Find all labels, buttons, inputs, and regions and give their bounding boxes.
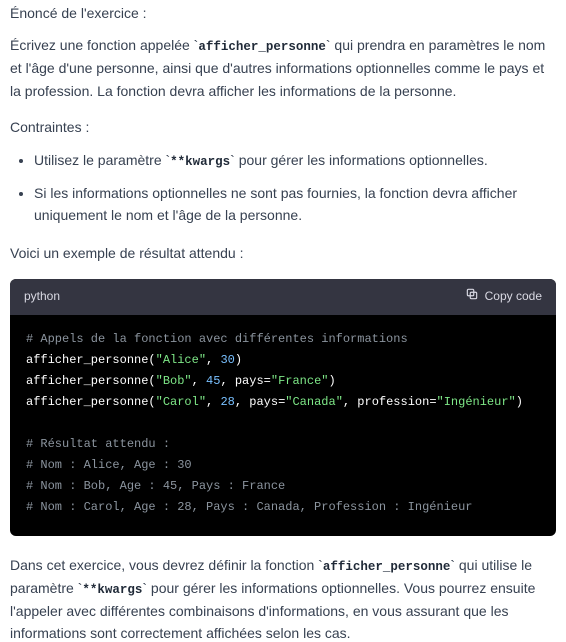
str: "Canada": [285, 395, 343, 409]
code-comment: # Nom : Carol, Age : 28, Pays : Canada, …: [26, 500, 472, 514]
copy-code-button[interactable]: Copy code: [465, 287, 542, 307]
code-block-header: python Copy code: [10, 279, 556, 315]
text: Utilisez le paramètre `: [34, 152, 170, 168]
str: "Ingénieur": [437, 395, 516, 409]
text: Écrivez une fonction appelée `: [10, 37, 198, 53]
kwarg: profession: [357, 395, 429, 409]
text: ` pour gérer les informations optionnell…: [230, 152, 488, 168]
text: Dans cet exercice, vous devrez définir l…: [10, 557, 323, 573]
str: "Bob": [156, 374, 192, 388]
kwarg: pays: [249, 395, 278, 409]
kwarg: pays: [235, 374, 264, 388]
exercise-outro: Dans cet exercice, vous devrez définir l…: [10, 554, 556, 642]
str: "Alice": [156, 353, 206, 367]
clipboard-icon: [465, 287, 479, 307]
code-comment: # Nom : Bob, Age : 45, Pays : France: [26, 479, 285, 493]
num: 30: [220, 353, 234, 367]
list-item: Utilisez le paramètre `**kwargs` pour gé…: [34, 149, 556, 172]
example-intro: Voici un exemple de résultat attendu :: [10, 242, 556, 264]
code-comment: # Appels de la fonction avec différentes…: [26, 332, 408, 346]
str: "France": [271, 374, 329, 388]
code-comment: # Résultat attendu :: [26, 437, 170, 451]
code-language-label: python: [24, 287, 60, 306]
list-item: Si les informations optionnelles ne sont…: [34, 182, 556, 227]
constraints-heading: Contraintes :: [10, 116, 556, 138]
fn-name: afficher_personne: [26, 353, 148, 367]
num: 45: [206, 374, 220, 388]
inline-code-function: afficher_personne: [198, 40, 326, 54]
exercise-heading: Énoncé de l'exercice :: [10, 2, 556, 24]
code-block-body: # Appels de la fonction avec différentes…: [10, 315, 556, 536]
code-comment: # Nom : Alice, Age : 30: [26, 458, 192, 472]
inline-code-kwargs: **kwargs: [82, 583, 142, 597]
str: "Carol": [156, 395, 206, 409]
copy-code-label: Copy code: [485, 287, 542, 306]
inline-code-function: afficher_personne: [323, 560, 451, 574]
constraints-list: Utilisez le paramètre `**kwargs` pour gé…: [10, 149, 556, 227]
fn-name: afficher_personne: [26, 395, 148, 409]
code-block: python Copy code # Appels de la fonction…: [10, 279, 556, 536]
inline-code-kwargs: **kwargs: [170, 155, 230, 169]
exercise-description: Écrivez une fonction appelée `afficher_p…: [10, 34, 556, 102]
num: 28: [220, 395, 234, 409]
fn-name: afficher_personne: [26, 374, 148, 388]
exercise-content: Énoncé de l'exercice : Écrivez une fonct…: [10, 0, 556, 642]
